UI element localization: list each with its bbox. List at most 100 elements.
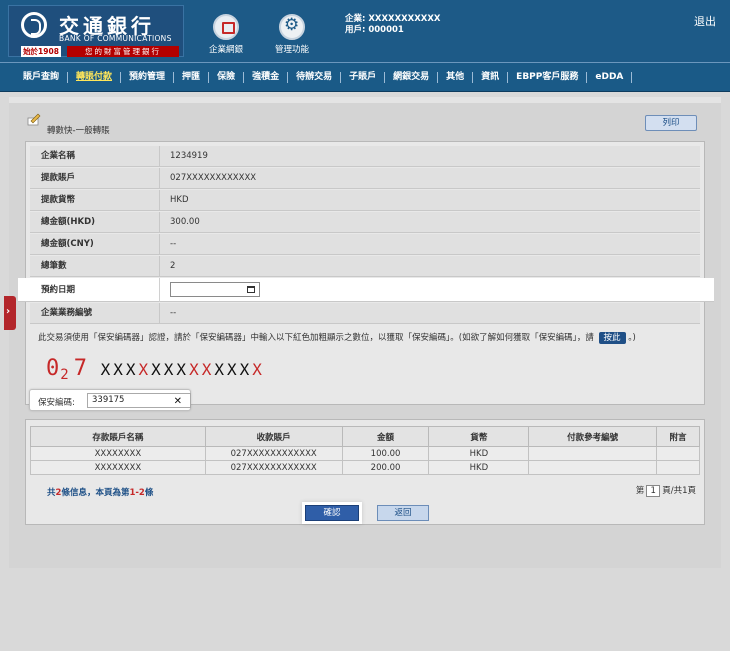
main-menu: 賬戶查詢 轉賬付款 預約管理 押匯 保險 強積金 待辦交易 子賬戶 網銀交易 其他 資訊 EBPP客戶… (0, 62, 730, 92)
column-header: 貨幣 (428, 426, 530, 447)
page-title: 轉數快-一般轉賬 (47, 126, 110, 136)
menu-item-1[interactable]: 轉賬付款 (68, 72, 122, 83)
row-count: 總筆數 2 (30, 256, 700, 277)
menu-item-11[interactable]: EBPP客戶服務 (508, 72, 588, 83)
corporate-banking-button[interactable]: 企業網銀 (196, 14, 256, 55)
row-account: 提款賬戶 027XXXXXXXXXXXX (30, 168, 700, 189)
challenge-char: X (226, 360, 238, 379)
appoint-date-label: 預約日期 (18, 278, 160, 302)
currency-label: 提款貨幣 (30, 190, 160, 211)
menu-item-2[interactable]: 預約管理 (121, 72, 175, 83)
challenge-char: X (113, 360, 124, 379)
total-hkd-value: 300.00 (170, 217, 200, 227)
table-cell (528, 446, 658, 461)
clear-icon[interactable]: ✕ (174, 394, 182, 409)
count-label: 總筆數 (30, 256, 160, 277)
management-label: 管理功能 (274, 45, 309, 55)
menu-item-12[interactable]: eDDA (587, 72, 633, 83)
side-panel-toggle[interactable]: › (4, 296, 16, 330)
total-cny-label: 總金額(CNY) (30, 234, 160, 255)
challenge-char: X (189, 360, 200, 379)
table-cell: 100.00 (341, 446, 430, 461)
pager: 第 1 頁/共1頁 (636, 484, 696, 497)
challenge-char: X (239, 360, 251, 379)
transfer-form: 企業名稱 1234919 提款賬戶 027XXXXXXXXXXXX 提款貨幣 H… (18, 141, 714, 405)
menu-item-4[interactable]: 保險 (209, 72, 245, 83)
menu-item-9[interactable]: 其他 (438, 72, 474, 83)
how-to-button[interactable]: 按此 (598, 332, 626, 344)
account-value: 027XXXXXXXXXXXX (170, 173, 257, 183)
table-cell (528, 460, 658, 475)
menu-item-3[interactable]: 押匯 (174, 72, 210, 83)
since-badge: 始於1908 (21, 46, 61, 57)
menu-item-5[interactable]: 強積金 (244, 72, 289, 83)
count-value: 2 (170, 261, 176, 271)
gear-icon (279, 14, 305, 40)
biz-no-label: 企業業務編號 (30, 303, 160, 324)
header-bar: 交通銀行 BANK OF COMMUNICATIONS 始於1908 您的財富管… (0, 0, 730, 62)
chevron-right-icon: › (6, 306, 11, 317)
security-code-value: 339175 (92, 395, 125, 405)
table-cell: 200.00 (341, 460, 430, 475)
challenge-digit-1: 0 (46, 356, 61, 381)
logout-link[interactable]: 退出 (694, 13, 716, 29)
company-name-value: 1234919 (170, 151, 208, 161)
table-cell: 027XXXXXXXXXXXX (204, 446, 343, 461)
pager-pre: 第 (635, 486, 645, 496)
column-header: 收款賬戶 (204, 426, 343, 447)
total-cny-value: -- (170, 239, 177, 249)
security-code-label: 保安編碼: (38, 398, 75, 408)
company-name-label: 企業名稱 (30, 146, 160, 167)
table-cell (656, 460, 700, 475)
corporate-banking-label: 企業網銀 (208, 45, 243, 55)
calendar-icon[interactable] (247, 286, 255, 293)
appoint-date-input[interactable] (170, 282, 260, 297)
pencil-icon (27, 113, 41, 126)
management-button[interactable]: 管理功能 (262, 14, 322, 55)
menu-item-10[interactable]: 資訊 (473, 72, 509, 83)
row-total-hkd: 總金額(HKD) 300.00 (30, 212, 700, 233)
summary-end: 條 (144, 488, 154, 498)
content-panel: 轉數快-一般轉賬 列印 企業名稱 1234919 提款賬戶 027XXXXXXX… (9, 97, 721, 568)
row-biz-no: 企業業務編號 -- (30, 303, 700, 324)
menu-item-0[interactable]: 賬戶查詢 (14, 72, 69, 83)
transfer-table: 存款賬戶名稱 收款賬戶 金額 貨幣 付款參考編號 附言 XXXXXXXX 027XXXXXX… (30, 426, 700, 475)
challenge-digit-3: 7 (73, 356, 88, 381)
print-button[interactable]: 列印 (645, 115, 697, 131)
monitor-icon (213, 14, 239, 40)
security-code-box: 保安編碼: 339175 ✕ (29, 389, 191, 411)
user-info: 企業: XXXXXXXXXXX 用戶: 000001 (345, 14, 440, 36)
challenge-chars: XXXXXXXXXXXXX (99, 360, 263, 379)
challenge-char: X (176, 360, 188, 379)
challenge-char: X (138, 360, 150, 379)
menu-item-6[interactable]: 待辦交易 (288, 72, 342, 83)
menu-item-7[interactable]: 子賬戶 (341, 72, 386, 83)
token-instruction-end: 。) (628, 333, 636, 343)
currency-value: HKD (170, 195, 189, 205)
security-code-input[interactable]: 339175 ✕ (87, 393, 191, 408)
account-label: 提款賬戶 (30, 168, 160, 189)
challenge-char: X (100, 360, 112, 379)
token-instructions: 此交易須使用「保安編碼器」認證，請於「保安編碼器」中輸入以下紅色加粗顯示之數位，… (38, 331, 636, 344)
table-cell: HKD (428, 446, 530, 461)
token-instruction-text: 此交易須使用「保安編碼器」認證，請於「保安編碼器」中輸入以下紅色加粗顯示之數位，… (38, 333, 594, 343)
summary-range: 1-2 (129, 488, 145, 498)
page-number-input[interactable]: 1 (646, 485, 661, 497)
row-appoint-date: 預約日期 (18, 278, 714, 302)
menu-item-8[interactable]: 網銀交易 (385, 72, 439, 83)
back-button[interactable]: 返回 (377, 505, 429, 521)
summary-pre: 共 (47, 488, 56, 498)
total-hkd-label: 總金額(HKD) (30, 212, 160, 233)
column-header: 存款賬戶名稱 (30, 426, 206, 447)
bank-name-en: BANK OF COMMUNICATIONS (59, 34, 172, 43)
confirm-button[interactable]: 確認 (305, 505, 359, 521)
company-info: 企業: XXXXXXXXXXX (345, 14, 441, 24)
table-cell (656, 446, 700, 461)
table-row: XXXXXXXX 027XXXXXXXXXXXX 100.00 HKD (30, 446, 700, 461)
challenge-char: X (125, 360, 137, 379)
slogan-badge: 您的財富管理銀行 (67, 46, 179, 57)
table-cell: XXXXXXXX (30, 460, 206, 475)
challenge-char: X (252, 360, 263, 379)
column-header: 金額 (341, 426, 430, 447)
row-total-cny: 總金額(CNY) -- (30, 234, 700, 255)
